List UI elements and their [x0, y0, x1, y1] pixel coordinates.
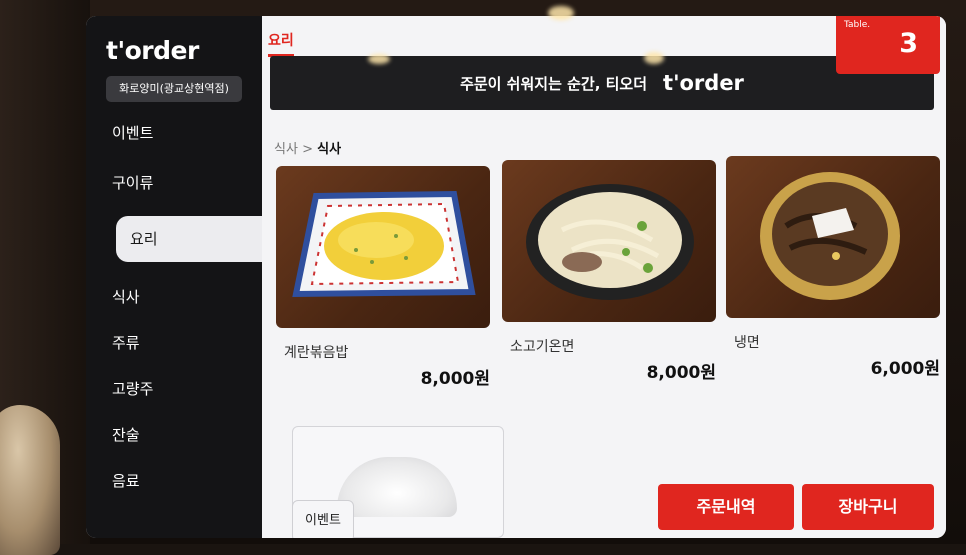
main-content: 요리 주문이 쉬워지는 순간, 티오더 t'order Table. 3 식사 …	[262, 16, 946, 538]
rice-photo	[337, 457, 457, 517]
menu-card-beef-noodle[interactable]: 소고기온면 8,000원	[502, 160, 716, 440]
sidebar-item-kaoliang[interactable]: 고량주	[86, 366, 262, 412]
category-tab[interactable]: 요리	[268, 30, 294, 57]
menu-card-fried-rice[interactable]: 계란볶음밥 8,000원	[276, 166, 490, 446]
item-price: 8,000원	[420, 369, 490, 389]
sidebar-item-event[interactable]: 이벤트	[86, 110, 262, 156]
order-history-button[interactable]: 주문내역	[658, 484, 794, 530]
menu-card-naengmyeon[interactable]: 냉면 6,000원	[726, 156, 940, 436]
breadcrumb-separator: >	[302, 142, 313, 157]
table-number: 3	[899, 28, 918, 59]
sidebar-item-grill[interactable]: 구이류	[86, 160, 262, 206]
sidebar-item-glass-drinks[interactable]: 잔술	[86, 412, 262, 458]
promo-banner: 주문이 쉬워지는 순간, 티오더 t'order	[270, 56, 934, 110]
sidebar-item-beverages[interactable]: 음료	[86, 458, 262, 504]
item-name: 냉면	[734, 335, 760, 351]
item-price: 6,000원	[870, 359, 940, 379]
banner-logo: t'order	[663, 71, 744, 95]
cart-button[interactable]: 장바구니	[802, 484, 934, 530]
sidebar-item-meals[interactable]: 식사	[86, 274, 262, 320]
item-name: 계란볶음밥	[284, 345, 349, 361]
naengmyeon-photo[interactable]	[726, 156, 940, 318]
banner-text: 주문이 쉬워지는 순간, 티오더	[460, 74, 648, 93]
kiosk-screen: t'order 화로양미(광교상현역점) 이벤트 구이류 요리 식사 주류 고량…	[86, 16, 946, 538]
table-label: Table.	[844, 20, 871, 30]
torder-logo: t'order	[106, 36, 199, 65]
breadcrumb-current: 식사	[317, 142, 342, 157]
light-glare	[548, 6, 574, 20]
item-name: 소고기온면	[510, 339, 575, 355]
item-price: 8,000원	[646, 363, 716, 383]
event-button[interactable]: 이벤트	[292, 500, 354, 538]
cup-in-foreground	[0, 405, 60, 555]
sidebar: t'order 화로양미(광교상현역점) 이벤트 구이류 요리 식사 주류 고량…	[86, 16, 276, 538]
device-frame: t'order 화로양미(광교상현역점) 이벤트 구이류 요리 식사 주류 고량…	[0, 0, 966, 555]
table-badge: Table. 3	[836, 16, 940, 74]
breadcrumb-parent[interactable]: 식사	[274, 142, 298, 157]
store-name-badge: 화로양미(광교상현역점)	[106, 76, 242, 102]
beef-noodle-photo[interactable]	[502, 160, 716, 322]
light-glare	[644, 52, 664, 64]
sidebar-item-dishes[interactable]: 요리	[116, 216, 276, 262]
sidebar-item-alcohol[interactable]: 주류	[86, 320, 262, 366]
breadcrumb: 식사 > 식사	[274, 138, 341, 157]
light-glare	[368, 54, 390, 64]
fried-rice-photo[interactable]	[276, 166, 490, 328]
